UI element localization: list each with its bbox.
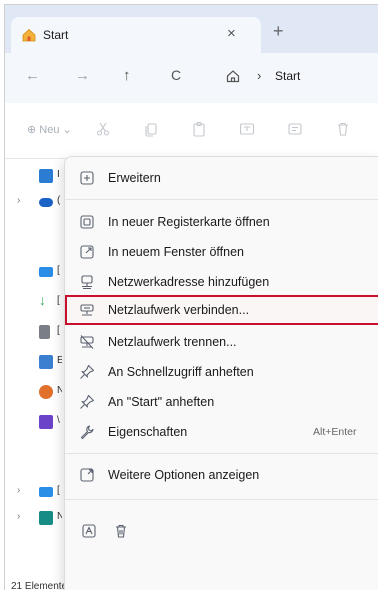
nav-label: [ bbox=[57, 295, 60, 306]
menu-divider bbox=[65, 453, 378, 454]
back-button[interactable]: ← bbox=[25, 67, 40, 84]
desktop-icon bbox=[39, 267, 53, 277]
nav-label: N bbox=[57, 511, 62, 523]
menu-item-pin-quick-access[interactable]: An Schnellzugriff anheften bbox=[65, 357, 378, 387]
properties-icon bbox=[80, 425, 94, 440]
nav-chevron[interactable]: › bbox=[17, 485, 20, 496]
menu-item-label: In neuer Registerkarte öffnen bbox=[108, 215, 270, 229]
command-bar: ⊕ Neu ⌄ bbox=[5, 103, 378, 159]
nav-item-videos[interactable]: \ bbox=[5, 413, 65, 433]
delete-action-icon[interactable] bbox=[113, 523, 129, 539]
copy-icon[interactable] bbox=[143, 121, 159, 137]
music-icon bbox=[39, 385, 53, 399]
menu-item-label: An "Start" anheften bbox=[108, 395, 215, 409]
nav-item-gallery[interactable]: I bbox=[5, 167, 65, 187]
nav-label: [ bbox=[57, 485, 60, 496]
cut-icon[interactable] bbox=[95, 121, 111, 137]
nav-chevron[interactable]: › bbox=[17, 511, 20, 522]
network-icon bbox=[39, 511, 53, 525]
menu-divider bbox=[65, 499, 378, 500]
nav-label: \ bbox=[57, 415, 60, 426]
menu-item-label: In neuem Fenster öffnen bbox=[108, 245, 244, 259]
new-button[interactable]: ⊕ Neu ⌄ bbox=[27, 123, 72, 136]
documents-icon bbox=[39, 325, 50, 339]
nav-item-network[interactable]: › N bbox=[5, 509, 65, 529]
menu-item-open-new-tab[interactable]: In neuer Registerkarte öffnen bbox=[65, 207, 378, 237]
rename-action-icon[interactable] bbox=[81, 523, 97, 539]
pictures-icon bbox=[39, 355, 53, 369]
map-network-drive-icon bbox=[80, 304, 94, 316]
tab-strip: Start × + bbox=[5, 5, 378, 53]
pin-icon bbox=[80, 364, 95, 379]
menu-item-add-network-location[interactable]: Netzwerkadresse hinzufügen bbox=[65, 267, 378, 297]
gallery-icon bbox=[39, 169, 53, 183]
new-tab-button[interactable]: + bbox=[273, 21, 284, 42]
context-menu: Erweitern In neuer Registerkarte öffnen … bbox=[64, 156, 378, 590]
disconnect-drive-icon bbox=[80, 335, 94, 349]
menu-item-label: Netzlaufwerk verbinden... bbox=[108, 303, 250, 317]
forward-button[interactable]: → bbox=[75, 67, 90, 84]
tab-close-button[interactable]: × bbox=[227, 25, 236, 42]
menu-item-label: An Schnellzugriff anheften bbox=[108, 365, 254, 379]
tab-title: Start bbox=[43, 28, 69, 42]
up-button[interactable]: ↑ bbox=[123, 67, 131, 84]
nav-label: ( bbox=[57, 195, 61, 206]
menu-item-pin-start[interactable]: An "Start" anheften bbox=[65, 387, 378, 417]
menu-item-properties[interactable]: Eigenschaften Alt+Enter bbox=[65, 417, 378, 447]
nav-label: [ bbox=[57, 325, 60, 336]
new-window-icon bbox=[80, 245, 94, 259]
nav-item-documents[interactable]: [ bbox=[5, 323, 65, 343]
videos-icon bbox=[39, 415, 53, 429]
shortcut-hint: Alt+Enter bbox=[313, 426, 357, 438]
menu-item-label: Weitere Optionen anzeigen bbox=[108, 468, 260, 482]
nav-label: I bbox=[57, 169, 60, 180]
nav-item-music[interactable]: N bbox=[5, 383, 65, 403]
download-icon: ↓ bbox=[39, 292, 46, 308]
home-icon bbox=[22, 28, 36, 42]
nav-item-downloads[interactable]: ↓ [ bbox=[5, 292, 65, 313]
share-icon[interactable] bbox=[287, 121, 303, 137]
tab-start[interactable]: Start × bbox=[11, 17, 261, 53]
navigation-pane: I › ( [ ↓ [ [ E N bbox=[5, 159, 65, 579]
refresh-button[interactable]: C bbox=[171, 67, 181, 83]
paste-icon[interactable] bbox=[191, 121, 207, 137]
expand-icon bbox=[80, 171, 94, 185]
nav-item-desktop[interactable]: [ bbox=[5, 263, 65, 283]
network-location-icon bbox=[81, 275, 93, 290]
nav-label: [ bbox=[57, 265, 60, 276]
menu-divider bbox=[65, 199, 378, 200]
breadcrumb-start[interactable]: Start bbox=[275, 69, 300, 83]
pin-icon bbox=[80, 394, 95, 409]
rename-icon[interactable] bbox=[239, 121, 255, 137]
menu-item-disconnect-network-drive[interactable]: Netzlaufwerk trennen... bbox=[65, 327, 378, 357]
menu-item-expand[interactable]: Erweitern bbox=[65, 163, 378, 193]
delete-icon[interactable] bbox=[335, 121, 351, 137]
more-options-icon bbox=[80, 468, 94, 482]
menu-item-label: Netzlaufwerk trennen... bbox=[108, 335, 237, 349]
menu-item-label: Eigenschaften bbox=[108, 425, 188, 439]
onedrive-cloud-icon bbox=[39, 198, 53, 207]
menu-item-label: Netzwerkadresse hinzufügen bbox=[108, 275, 270, 289]
address-home-icon[interactable] bbox=[225, 68, 241, 84]
nav-chevron[interactable]: › bbox=[17, 195, 20, 206]
nav-item-pictures[interactable]: E bbox=[5, 353, 65, 373]
nav-item-this-pc[interactable]: › [ bbox=[5, 483, 65, 503]
menu-item-show-more-options[interactable]: Weitere Optionen anzeigen bbox=[65, 460, 378, 490]
menu-item-open-new-window[interactable]: In neuem Fenster öffnen bbox=[65, 237, 378, 267]
status-bar-count: 21 Elemente bbox=[11, 581, 68, 590]
menu-item-label: Erweitern bbox=[108, 171, 161, 185]
breadcrumb-separator: › bbox=[257, 68, 262, 83]
nav-item-onedrive[interactable]: › ( bbox=[5, 193, 65, 213]
menu-item-map-network-drive[interactable]: Netzlaufwerk verbinden... bbox=[65, 295, 378, 325]
navigation-bar: ← → ↑ C › Start bbox=[5, 53, 378, 103]
new-tab-icon bbox=[80, 215, 94, 229]
nav-label: E bbox=[57, 355, 62, 367]
pc-monitor-icon bbox=[39, 487, 53, 497]
nav-label: N bbox=[57, 385, 62, 397]
